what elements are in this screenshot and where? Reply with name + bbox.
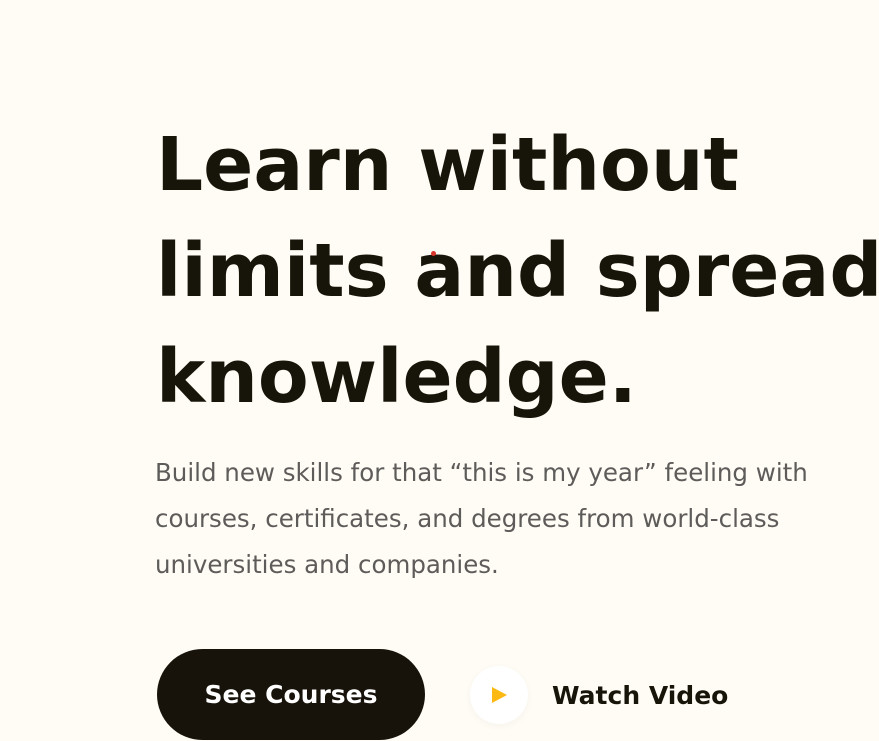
see-courses-button[interactable]: See Courses <box>157 649 425 740</box>
watch-video-label: Watch Video <box>552 680 729 710</box>
watch-video-button[interactable]: Watch Video <box>470 665 728 725</box>
hero-title: Learn without limits and spread knowledg… <box>156 112 879 430</box>
cursor-dot <box>431 251 436 256</box>
play-icon <box>492 687 507 703</box>
hero-subtitle: Build new skills for that “this is my ye… <box>155 458 808 579</box>
hero-title-line-2: limits and spread <box>156 228 879 314</box>
play-button-circle[interactable] <box>470 666 528 724</box>
hero-section: Learn without limits and spread knowledg… <box>0 0 879 741</box>
hero-title-line-3: knowledge. <box>156 334 637 420</box>
hero-title-line-1: Learn without <box>156 122 739 208</box>
